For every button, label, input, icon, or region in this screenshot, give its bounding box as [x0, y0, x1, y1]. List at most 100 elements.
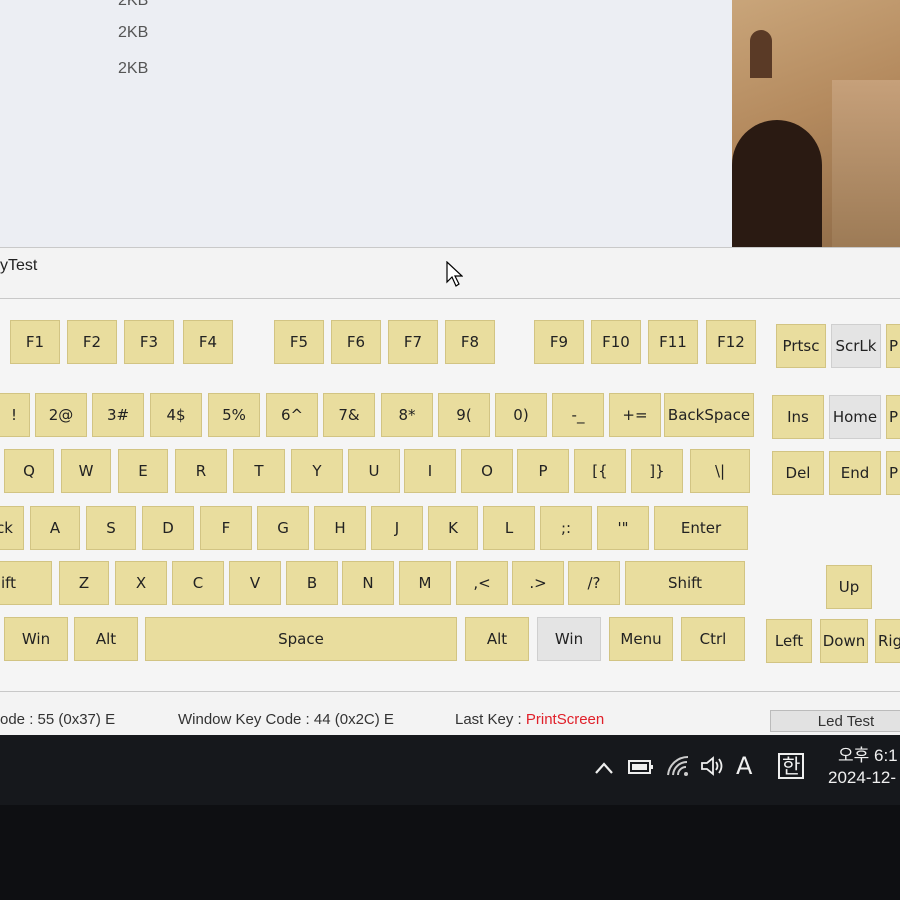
- key-printscreen[interactable]: Prtsc: [776, 324, 826, 368]
- key-o[interactable]: O: [461, 449, 513, 493]
- wallpaper-photo: [732, 0, 900, 250]
- key-enter[interactable]: Enter: [654, 506, 748, 550]
- last-key-value: PrintScreen: [525, 711, 605, 728]
- key-slash[interactable]: /?: [568, 561, 620, 605]
- key-insert[interactable]: Ins: [772, 395, 824, 439]
- key-arrow-left[interactable]: Left: [766, 619, 812, 663]
- key-r[interactable]: R: [175, 449, 227, 493]
- key-semicolon[interactable]: ;:: [540, 506, 592, 550]
- key-e[interactable]: E: [118, 449, 168, 493]
- led-test-button[interactable]: Led Test: [770, 710, 900, 732]
- key-b[interactable]: B: [286, 561, 338, 605]
- key-f10[interactable]: F10: [591, 320, 641, 364]
- key-menu[interactable]: Menu: [609, 617, 673, 661]
- key-f12[interactable]: F12: [706, 320, 756, 364]
- key-arrow-down[interactable]: Down: [820, 619, 868, 663]
- key-left-win[interactable]: Win: [4, 617, 68, 661]
- key-x[interactable]: X: [115, 561, 167, 605]
- file-explorer-background: 2KB 2KB 2KB: [0, 0, 732, 250]
- key-t[interactable]: T: [233, 449, 285, 493]
- key-q[interactable]: Q: [4, 449, 54, 493]
- key-pause[interactable]: P: [886, 324, 900, 368]
- key-9[interactable]: 9(: [438, 393, 490, 437]
- scan-code-text: ode : 55 (0x37) E: [0, 711, 116, 728]
- key-6[interactable]: 6^: [266, 393, 318, 437]
- key-d[interactable]: D: [142, 506, 194, 550]
- key-k[interactable]: K: [428, 506, 478, 550]
- key-s[interactable]: S: [86, 506, 136, 550]
- photo-window: [750, 30, 772, 78]
- key-capslock[interactable]: ck: [0, 506, 24, 550]
- key-f9[interactable]: F9: [534, 320, 584, 364]
- key-right-alt[interactable]: Alt: [465, 617, 529, 661]
- key-f11[interactable]: F11: [648, 320, 698, 364]
- window-key-code-text: Window Key Code : 44 (0x2C) E: [178, 711, 394, 728]
- key-5[interactable]: 5%: [208, 393, 260, 437]
- key-period[interactable]: .>: [512, 561, 564, 605]
- key-delete[interactable]: Del: [772, 451, 824, 495]
- key-f6[interactable]: F6: [331, 320, 381, 364]
- key-f7[interactable]: F7: [388, 320, 438, 364]
- key-7[interactable]: 7&: [323, 393, 375, 437]
- key-f1[interactable]: F1: [10, 320, 60, 364]
- key-f[interactable]: F: [200, 506, 252, 550]
- key-end[interactable]: End: [829, 451, 881, 495]
- key-4[interactable]: 4$: [150, 393, 202, 437]
- key-scrolllock[interactable]: ScrLk: [831, 324, 881, 368]
- key-right-win[interactable]: Win: [537, 617, 601, 661]
- key-backspace[interactable]: BackSpace: [664, 393, 754, 437]
- key-m[interactable]: M: [399, 561, 451, 605]
- key-home[interactable]: Home: [829, 395, 881, 439]
- key-p[interactable]: P: [517, 449, 569, 493]
- key-pageup[interactable]: P: [886, 395, 900, 439]
- battery-icon[interactable]: [628, 759, 654, 775]
- wifi-icon[interactable]: [666, 755, 690, 777]
- key-c[interactable]: C: [172, 561, 224, 605]
- key-j[interactable]: J: [371, 506, 423, 550]
- key-comma[interactable]: ,<: [456, 561, 508, 605]
- key-quote[interactable]: '": [597, 506, 649, 550]
- key-y[interactable]: Y: [291, 449, 343, 493]
- last-key-caption: Last Key :: [455, 711, 522, 728]
- key-f4[interactable]: F4: [183, 320, 233, 364]
- key-f5[interactable]: F5: [274, 320, 324, 364]
- key-v[interactable]: V: [229, 561, 281, 605]
- key-left-bracket[interactable]: [{: [574, 449, 626, 493]
- key-arrow-up[interactable]: Up: [826, 565, 872, 609]
- key-a[interactable]: A: [30, 506, 80, 550]
- key-f3[interactable]: F3: [124, 320, 174, 364]
- key-u[interactable]: U: [348, 449, 400, 493]
- key-3[interactable]: 3#: [92, 393, 144, 437]
- input-language-indicator[interactable]: A: [736, 752, 752, 780]
- key-l[interactable]: L: [483, 506, 535, 550]
- key-h[interactable]: H: [314, 506, 366, 550]
- key-equals[interactable]: +=: [609, 393, 661, 437]
- key-n[interactable]: N: [342, 561, 394, 605]
- key-2[interactable]: 2@: [35, 393, 87, 437]
- key-z[interactable]: Z: [59, 561, 109, 605]
- key-w[interactable]: W: [61, 449, 111, 493]
- key-right-ctrl[interactable]: Ctrl: [681, 617, 745, 661]
- volume-icon[interactable]: [700, 755, 726, 777]
- key-g[interactable]: G: [257, 506, 309, 550]
- korean-ime-icon[interactable]: 한: [778, 753, 805, 779]
- key-i[interactable]: I: [404, 449, 456, 493]
- key-right-bracket[interactable]: ]}: [631, 449, 683, 493]
- key-minus[interactable]: -_: [552, 393, 604, 437]
- key-arrow-right[interactable]: Rig: [875, 619, 900, 663]
- key-left-shift[interactable]: ift: [0, 561, 52, 605]
- key-0[interactable]: 0): [495, 393, 547, 437]
- key-f8[interactable]: F8: [445, 320, 495, 364]
- key-right-shift[interactable]: Shift: [625, 561, 745, 605]
- last-key-label: Last Key : PrintScreen: [455, 711, 604, 728]
- key-left-alt[interactable]: Alt: [74, 617, 138, 661]
- clock-time[interactable]: 오후 6:1: [838, 741, 898, 766]
- key-8[interactable]: 8*: [381, 393, 433, 437]
- key-pagedown[interactable]: P: [886, 451, 900, 495]
- key-1[interactable]: !: [0, 393, 30, 437]
- chevron-up-icon[interactable]: [594, 761, 614, 775]
- clock-date[interactable]: 2024-12-: [828, 768, 896, 788]
- key-space[interactable]: Space: [145, 617, 457, 661]
- key-f2[interactable]: F2: [67, 320, 117, 364]
- key-backslash[interactable]: \|: [690, 449, 750, 493]
